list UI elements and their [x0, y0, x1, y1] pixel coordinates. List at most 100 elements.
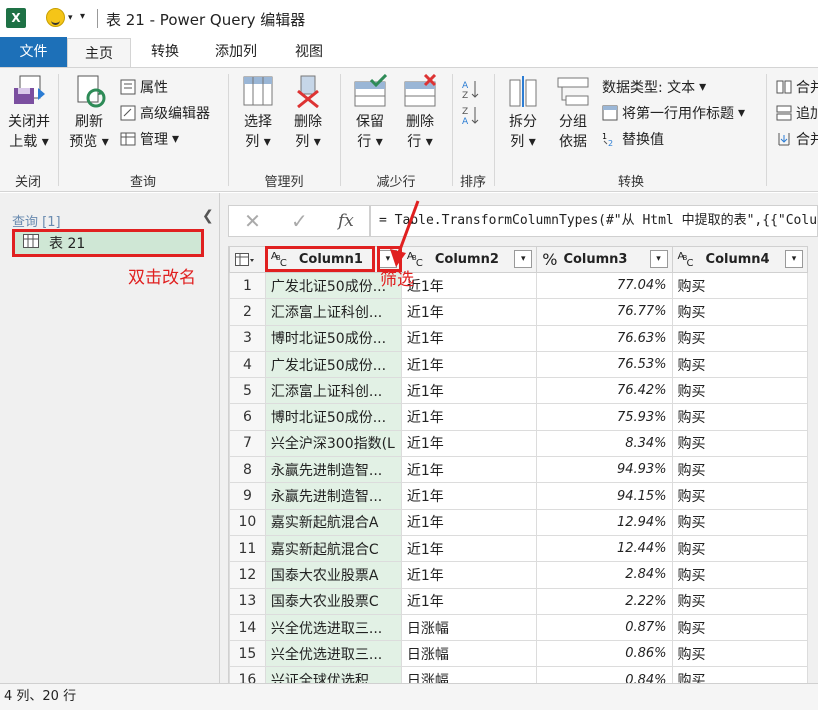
formula-input[interactable]: = Table.TransformColumnTypes(#"从 Html 中提…	[370, 205, 818, 237]
column2-cell[interactable]: 近1年	[400, 508, 538, 536]
column-header[interactable]: % Column3 ▾	[536, 246, 673, 273]
feedback-smiley-icon[interactable]	[46, 8, 65, 27]
column3-cell[interactable]: 77.04%	[536, 271, 673, 300]
advanced-editor-button[interactable]: 高级编辑器	[120, 102, 210, 124]
use-first-row-as-headers-button[interactable]: 将第一行用作标题 ▾	[602, 102, 745, 124]
column4-cell[interactable]: 购买	[671, 561, 808, 589]
column2-cell[interactable]: 近1年	[400, 429, 538, 458]
column1-cell[interactable]: 嘉实新起航混合C	[264, 534, 402, 563]
column2-cell[interactable]: 近1年	[400, 350, 538, 379]
column2-cell[interactable]: 近1年	[400, 587, 538, 615]
column4-cell[interactable]: 购买	[671, 482, 808, 510]
column1-cell[interactable]: 国泰大农业股票C	[264, 587, 402, 615]
refresh-preview-button[interactable]: 刷新 预览 ▾	[66, 74, 112, 152]
row-number-cell[interactable]: 8	[229, 456, 266, 484]
column4-cell[interactable]: 购买	[671, 429, 808, 458]
row-number-cell[interactable]: 5	[229, 377, 266, 405]
text-type-icon[interactable]: ACB	[271, 251, 293, 269]
column2-cell[interactable]: 近1年	[400, 456, 538, 484]
column2-cell[interactable]: 日涨幅	[400, 666, 538, 683]
column2-cell[interactable]: 近1年	[400, 324, 538, 352]
column1-cell[interactable]: 广发北证50成份...	[264, 350, 402, 379]
confirm-formula-icon[interactable]: ✓	[291, 209, 308, 233]
collapse-pane-icon[interactable]: ❮	[202, 208, 214, 224]
column3-cell[interactable]: 8.34%	[536, 429, 673, 458]
remove-rows-button[interactable]: 删除 行 ▾	[398, 73, 442, 152]
column1-cell[interactable]: 博时北证50成份...	[264, 324, 402, 352]
column2-cell[interactable]: 日涨幅	[400, 613, 538, 642]
column1-cell[interactable]: 兴证全球优选积...	[264, 666, 402, 683]
column3-cell[interactable]: 76.53%	[536, 350, 673, 379]
feedback-dropdown-icon[interactable]: ▾	[68, 13, 73, 23]
column4-cell[interactable]: 购买	[671, 377, 808, 405]
column4-cell[interactable]: 购买	[671, 298, 808, 326]
percent-type-icon[interactable]: %	[542, 250, 557, 269]
row-number-cell[interactable]: 9	[229, 482, 266, 510]
column4-cell[interactable]: 购买	[671, 613, 808, 642]
combine-files-button[interactable]: 合并	[776, 128, 818, 150]
filter-dropdown-button[interactable]: ▾	[785, 250, 803, 268]
column3-cell[interactable]: 2.84%	[536, 561, 673, 589]
column3-cell[interactable]: 12.44%	[536, 534, 673, 563]
column4-cell[interactable]: 购买	[671, 534, 808, 563]
row-number-cell[interactable]: 1	[229, 271, 266, 300]
column1-cell[interactable]: 永赢先进制造智...	[264, 482, 402, 510]
column4-cell[interactable]: 购买	[671, 324, 808, 352]
column1-cell[interactable]: 汇添富上证科创...	[264, 298, 402, 326]
row-number-cell[interactable]: 15	[229, 640, 266, 668]
table-corner-menu[interactable]	[229, 246, 266, 273]
column2-cell[interactable]: 近1年	[400, 403, 538, 431]
column3-cell[interactable]: 2.22%	[536, 587, 673, 615]
close-and-load-button[interactable]: 关闭并 上载 ▾	[4, 74, 54, 152]
filter-dropdown-button[interactable]: ▾	[514, 250, 533, 268]
column3-cell[interactable]: 76.77%	[536, 298, 673, 326]
text-type-icon[interactable]: ACB	[678, 251, 700, 269]
column2-cell[interactable]: 近1年	[400, 298, 538, 326]
column1-cell[interactable]: 国泰大农业股票A	[264, 561, 402, 589]
column2-cell[interactable]: 近1年	[400, 561, 538, 589]
sort-ascending-button[interactable]: AZ	[462, 76, 479, 101]
column3-cell[interactable]: 0.84%	[536, 666, 673, 683]
column2-cell[interactable]: 近1年	[400, 482, 538, 510]
column1-cell[interactable]: 博时北证50成份...	[264, 403, 402, 431]
query-item[interactable]: 表 21	[12, 229, 204, 257]
tab-transform[interactable]: 转换	[137, 37, 193, 67]
column3-cell[interactable]: 0.86%	[536, 640, 673, 668]
column1-cell[interactable]: 兴全沪深300指数(L	[264, 429, 402, 458]
row-number-cell[interactable]: 4	[229, 350, 266, 379]
fx-icon[interactable]: fx	[338, 211, 354, 231]
tab-view[interactable]: 视图	[280, 37, 338, 67]
row-number-cell[interactable]: 11	[229, 534, 266, 563]
column3-cell[interactable]: 94.15%	[536, 482, 673, 510]
column4-cell[interactable]: 购买	[671, 350, 808, 379]
row-number-cell[interactable]: 16	[229, 666, 266, 683]
column2-cell[interactable]: 近1年	[400, 534, 538, 563]
tab-add-column[interactable]: 添加列	[200, 37, 272, 67]
column4-cell[interactable]: 购买	[671, 403, 808, 431]
manage-button[interactable]: 管理 ▾	[120, 128, 179, 150]
column4-cell[interactable]: 购买	[671, 666, 808, 683]
column4-cell[interactable]: 购买	[671, 456, 808, 484]
row-number-cell[interactable]: 10	[229, 508, 266, 536]
column1-cell[interactable]: 汇添富上证科创...	[264, 377, 402, 405]
column-header[interactable]: A C B Column4 ▾	[671, 246, 808, 273]
append-queries-button[interactable]: 追加	[776, 102, 818, 124]
column2-cell[interactable]: 日涨幅	[400, 640, 538, 668]
row-number-cell[interactable]: 7	[229, 429, 266, 458]
tab-home[interactable]: 主页	[67, 38, 131, 68]
keep-rows-button[interactable]: 保留 行 ▾	[348, 73, 392, 152]
row-number-cell[interactable]: 13	[229, 587, 266, 615]
row-number-cell[interactable]: 14	[229, 613, 266, 642]
replace-values-button[interactable]: 12 替换值	[602, 128, 664, 150]
column2-cell[interactable]: 近1年	[400, 377, 538, 405]
row-number-cell[interactable]: 3	[229, 324, 266, 352]
merge-queries-button[interactable]: 合并	[776, 76, 818, 98]
remove-columns-button[interactable]: 删除 列 ▾	[286, 74, 330, 152]
column3-cell[interactable]: 12.94%	[536, 508, 673, 536]
properties-button[interactable]: 属性	[120, 76, 168, 98]
sort-descending-button[interactable]: ZA	[462, 102, 479, 127]
row-number-cell[interactable]: 12	[229, 561, 266, 589]
column1-cell[interactable]: 兴全优选进取三...	[264, 613, 402, 642]
column4-cell[interactable]: 购买	[671, 508, 808, 536]
tab-file[interactable]: 文件	[0, 37, 67, 67]
